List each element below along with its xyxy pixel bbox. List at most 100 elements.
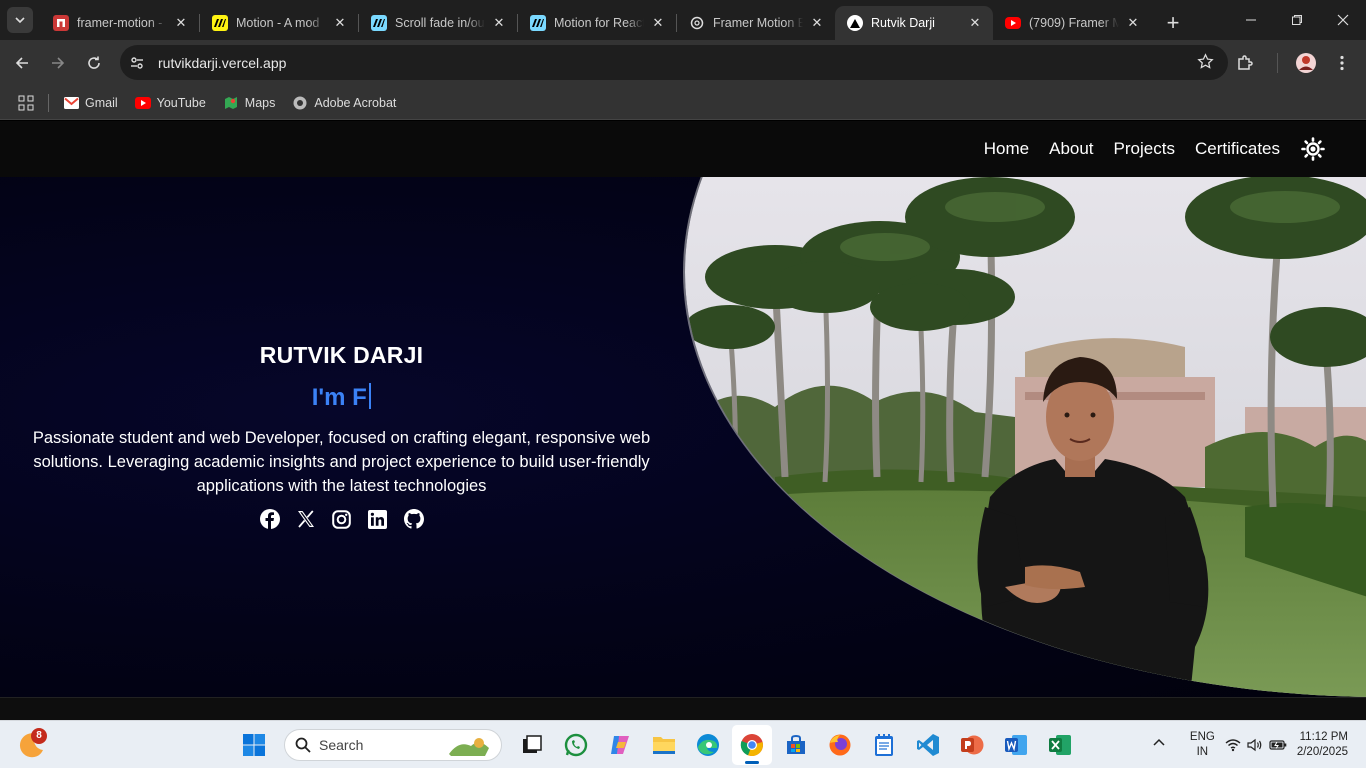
youtube-icon	[134, 96, 151, 110]
firefox-button[interactable]	[820, 725, 860, 765]
profile-photo-frame	[683, 177, 1366, 697]
gmail-icon	[63, 96, 79, 110]
extensions-button[interactable]	[1227, 45, 1263, 81]
nav-certificates[interactable]: Certificates	[1195, 139, 1280, 159]
typewriter-text: I'm F	[0, 383, 683, 412]
notepad-icon	[875, 734, 893, 756]
nav-home[interactable]: Home	[984, 139, 1029, 159]
close-tab-icon[interactable]: ✕	[173, 15, 189, 31]
typing-caret	[368, 383, 372, 409]
excel-icon	[1049, 735, 1071, 755]
browser-tab-4[interactable]: Motion for React ✕	[518, 6, 676, 40]
task-view-icon	[523, 735, 542, 753]
taskbar-apps: Search	[232, 725, 1082, 765]
apps-grid-button[interactable]	[18, 95, 34, 111]
clock[interactable]: 11:12 PM 2/20/2025	[1297, 730, 1348, 760]
chevron-down-icon	[15, 17, 25, 24]
browser-menu-button[interactable]	[1324, 45, 1360, 81]
browser-tab-6-active[interactable]: Rutvik Darji ✕	[835, 6, 993, 40]
new-tab-button[interactable]: +	[1159, 10, 1187, 36]
tab-title: Framer Motion E	[713, 16, 803, 30]
bookmark-star-icon[interactable]	[1197, 53, 1214, 75]
store-button[interactable]	[776, 725, 816, 765]
close-tab-icon[interactable]: ✕	[967, 15, 983, 31]
linkedin-link[interactable]	[367, 508, 389, 530]
start-icon	[243, 734, 265, 756]
facebook-icon	[259, 509, 280, 529]
motion-icon	[371, 15, 387, 31]
quick-settings-button[interactable]	[1225, 738, 1287, 752]
site-info-button[interactable]	[122, 48, 152, 78]
tab-title: Rutvik Darji	[871, 16, 935, 30]
close-tab-icon[interactable]: ✕	[332, 15, 348, 31]
vscode-button[interactable]	[908, 725, 948, 765]
x-twitter-link[interactable]	[295, 508, 317, 530]
copilot-button[interactable]	[600, 725, 640, 765]
browser-tab-5[interactable]: Framer Motion E ✕	[677, 6, 835, 40]
acrobat-icon	[292, 96, 308, 110]
tab-title: Motion for React	[554, 16, 644, 30]
reload-button[interactable]	[76, 45, 112, 81]
task-view-button[interactable]	[512, 725, 552, 765]
nav-projects[interactable]: Projects	[1114, 139, 1175, 159]
chrome-button[interactable]	[732, 725, 772, 765]
youtube-icon	[1005, 17, 1021, 29]
file-explorer-icon	[653, 737, 675, 754]
bookmark-maps[interactable]: Maps	[223, 95, 276, 110]
close-tab-icon[interactable]: ✕	[1125, 15, 1141, 31]
tray-overflow-button[interactable]	[1152, 736, 1166, 755]
sun-icon	[1301, 137, 1325, 161]
next-section-edge	[0, 697, 1366, 720]
file-explorer-button[interactable]	[644, 725, 684, 765]
toolbar-divider	[1277, 53, 1278, 73]
typewriter-value: I'm F	[311, 384, 367, 411]
windows-taskbar: 8 Search ENG IN 11:12 PM 2/20/2025	[0, 720, 1366, 768]
address-bar[interactable]: rutvikdarji.vercel.app	[120, 45, 1228, 80]
x-icon	[297, 510, 314, 528]
theme-toggle-button[interactable]	[1300, 136, 1326, 162]
bookmark-gmail[interactable]: Gmail	[63, 96, 118, 110]
close-tab-icon[interactable]: ✕	[650, 15, 666, 31]
bookmark-acrobat[interactable]: Adobe Acrobat	[292, 96, 396, 110]
browser-tab-1[interactable]: framer-motion - ✕	[41, 6, 199, 40]
whatsapp-icon	[564, 733, 588, 757]
bookmark-separator	[48, 93, 49, 112]
browser-tab-2[interactable]: Motion - A mod ✕	[200, 6, 358, 40]
maps-icon	[223, 96, 239, 110]
powerpoint-button[interactable]	[952, 725, 992, 765]
bookmark-youtube[interactable]: YouTube	[134, 96, 206, 110]
tab-strip: framer-motion - ✕ Motion - A mod ✕ Scrol…	[0, 0, 1366, 40]
minimize-button[interactable]	[1228, 0, 1274, 40]
bookmark-label: Gmail	[85, 95, 118, 110]
nav-about[interactable]: About	[1049, 139, 1093, 159]
start-button[interactable]	[234, 725, 274, 765]
close-tab-icon[interactable]: ✕	[491, 15, 507, 31]
profile-photo-mask	[683, 177, 1366, 697]
browser-tab-3[interactable]: Scroll fade in/ou ✕	[359, 6, 517, 40]
browser-tab-7[interactable]: (7909) Framer M ✕	[993, 6, 1151, 40]
social-links	[0, 508, 683, 530]
tab-title: Motion - A mod	[236, 16, 320, 30]
restore-button[interactable]	[1274, 0, 1320, 40]
close-window-button[interactable]	[1320, 0, 1366, 40]
back-button[interactable]	[4, 45, 40, 81]
search-placeholder: Search	[319, 737, 364, 753]
whatsapp-button[interactable]	[556, 725, 596, 765]
excel-button[interactable]	[1040, 725, 1080, 765]
edge-button[interactable]	[688, 725, 728, 765]
forward-button[interactable]	[40, 45, 76, 81]
word-button[interactable]	[996, 725, 1036, 765]
instagram-link[interactable]	[331, 508, 353, 530]
github-link[interactable]	[403, 508, 425, 530]
bookmark-label: Maps	[244, 95, 276, 110]
facebook-link[interactable]	[259, 508, 281, 530]
language-indicator[interactable]: ENG IN	[1190, 730, 1215, 760]
taskbar-search[interactable]: Search	[284, 729, 502, 761]
window-controls	[1228, 0, 1366, 40]
tab-search-button[interactable]	[7, 7, 33, 33]
reload-icon	[88, 56, 100, 69]
tune-icon	[131, 56, 143, 69]
notepad-button[interactable]	[864, 725, 904, 765]
profile-avatar[interactable]	[1288, 45, 1324, 81]
close-tab-icon[interactable]: ✕	[809, 15, 825, 31]
